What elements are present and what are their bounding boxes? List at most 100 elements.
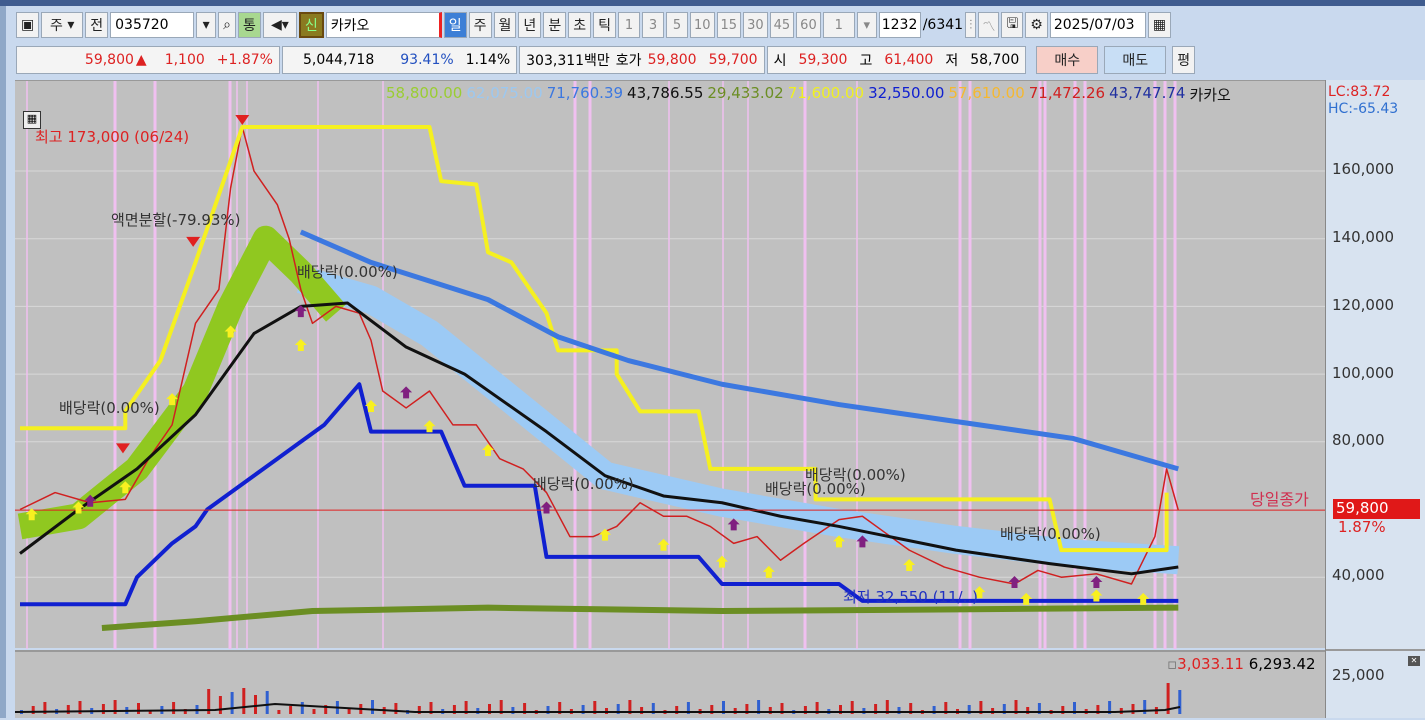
buy-signal-icon: [716, 555, 728, 568]
total-count: /6341: [922, 17, 964, 33]
buy-signal-icon: [482, 443, 494, 456]
minute-3[interactable]: 3: [641, 12, 664, 38]
current-price: 59,800: [84, 52, 134, 68]
legend-item: 43,747.74: [1109, 84, 1186, 102]
annotation-dividend: 배당락(0.00%): [1000, 525, 1101, 543]
save-icon[interactable]: 🖫: [1001, 12, 1024, 38]
low-price: 58,700: [970, 52, 1020, 68]
count-input[interactable]: 1232: [878, 12, 921, 38]
open-label: 시: [773, 53, 787, 69]
speaker-icon[interactable]: ◀▾: [262, 12, 297, 38]
title-strip: [0, 0, 1425, 6]
legend-item: 카카오: [1189, 86, 1231, 104]
volume-bar: [101, 704, 105, 714]
quote-bar: 59,800 ▲ 1,100 +1.87% 5,044,718 93.41% 1…: [16, 46, 1196, 74]
legend-item: 71,760.39: [546, 84, 624, 102]
period-second[interactable]: 초: [568, 12, 592, 38]
search-icon[interactable]: ⌕: [218, 12, 236, 38]
minute-15[interactable]: 15: [716, 12, 742, 38]
legend-item: 71,600.00: [787, 84, 865, 102]
period-day[interactable]: 일: [443, 12, 467, 38]
buy-signal-icon: [1137, 592, 1150, 605]
bid-price: 59,700: [708, 52, 758, 68]
minute-45[interactable]: 45: [769, 12, 795, 38]
minute-10[interactable]: 10: [689, 12, 715, 38]
buy-button[interactable]: 매수: [1036, 46, 1099, 74]
period-week[interactable]: 주: [468, 12, 492, 38]
code-dropdown-icon[interactable]: ▾: [196, 12, 217, 38]
volume-bar: [1143, 700, 1147, 714]
buy-signal-icon: [1020, 592, 1033, 605]
gear-icon[interactable]: ⚙: [1025, 12, 1048, 38]
volume-bar: [172, 702, 176, 714]
volume-bar: [265, 691, 269, 714]
high-label: 고: [859, 53, 873, 69]
eval-button[interactable]: 평: [1172, 46, 1196, 74]
change: 1,100: [164, 52, 205, 68]
period-year[interactable]: 년: [518, 12, 542, 38]
price-axis[interactable]: LC:83.72 HC:-65.43 160,000 140,000 120,0…: [1325, 80, 1425, 718]
minute-60[interactable]: 60: [796, 12, 821, 38]
indicator-add-icon[interactable]: 〽: [978, 12, 1000, 38]
minute-1[interactable]: 1: [617, 12, 640, 38]
code-input[interactable]: 035720: [110, 12, 195, 38]
stock-name[interactable]: 카카오: [325, 12, 442, 38]
price-chart[interactable]: ▦ 최고 173,000 (06/24) 액면분할(-79.93%) 배당락(0…: [15, 80, 1325, 649]
volume-chart-canvas: [15, 683, 1182, 714]
legend-item: 71,472.26: [1028, 84, 1106, 102]
buy-signal-icon: [903, 559, 916, 572]
cloud-band: [296, 265, 1180, 575]
annotation-split: 액면분할(-79.93%): [111, 211, 241, 229]
axis-tick: 160,000: [1332, 160, 1395, 178]
high-price: 61,400: [884, 52, 934, 68]
series-ma_very_long: [101, 604, 1179, 631]
low-label: 저: [945, 53, 959, 69]
signal-icon: [727, 518, 740, 531]
volume-legend-value: 6,293.42: [1248, 655, 1316, 673]
volume: 5,044,718: [303, 52, 375, 68]
annotation-dividend: 배당락(0.00%): [297, 263, 398, 281]
volume-bar: [394, 703, 398, 714]
sell-button[interactable]: 매도: [1104, 46, 1167, 74]
volume-bar: [1178, 690, 1182, 714]
current-pct-marker: 1.87%: [1338, 518, 1386, 536]
layout-icon[interactable]: ▣: [16, 12, 40, 38]
legend-item: 57,610.00: [948, 84, 1025, 102]
volume-bar: [242, 688, 246, 714]
indicator-legend: 58,800.00 62,075.00 71,760.39 43,786.55 29,4…: [386, 84, 1231, 105]
lc-value: LC:83.72: [1328, 84, 1391, 100]
period-month[interactable]: 월: [493, 12, 517, 38]
candle-add-icon[interactable]: ⫶: [965, 12, 977, 38]
date-input[interactable]: 2025/07/03: [1049, 12, 1146, 38]
volume-bar: [66, 705, 70, 714]
volume-bar: [137, 703, 140, 714]
ask-price: 59,800: [647, 52, 697, 68]
volume-legend: ▫3,033.11 6,293.42: [1167, 655, 1316, 673]
market-select[interactable]: 주 ▾: [41, 12, 84, 38]
axis-tick: 120,000: [1332, 296, 1395, 314]
calendar-icon[interactable]: ▦: [1147, 12, 1172, 38]
event-arrow-icon: [115, 443, 130, 454]
volume-bar: [254, 695, 257, 714]
credit-badge: 신: [298, 12, 324, 38]
maximize-icon[interactable]: ✕: [1408, 656, 1420, 666]
annotation-low: 최저 32,550 (11/..): [843, 588, 979, 606]
up-arrow-icon: ▲: [135, 52, 147, 68]
minute-30[interactable]: 30: [743, 12, 768, 38]
series-price: [19, 126, 1180, 585]
volume-button[interactable]: 통: [237, 12, 261, 38]
minute-5[interactable]: 5: [665, 12, 688, 38]
volume-bar: [1131, 704, 1135, 714]
volume-bar: [371, 700, 374, 714]
volume-bar: [277, 710, 281, 714]
volume-chart[interactable]: ▫3,033.11 6,293.42: [15, 650, 1325, 718]
signal-icon: [540, 501, 553, 514]
multiplier-select[interactable]: 1: [822, 12, 855, 38]
period-tick[interactable]: 틱: [593, 12, 616, 38]
period-minute[interactable]: 분: [543, 12, 567, 38]
signal-icon: [400, 386, 413, 399]
multiplier-dropdown-icon[interactable]: ▾: [856, 12, 877, 38]
buy-signal-icon: [294, 339, 307, 352]
hc-value: HC:-65.43: [1328, 101, 1399, 117]
prev-button[interactable]: 전: [85, 12, 109, 38]
